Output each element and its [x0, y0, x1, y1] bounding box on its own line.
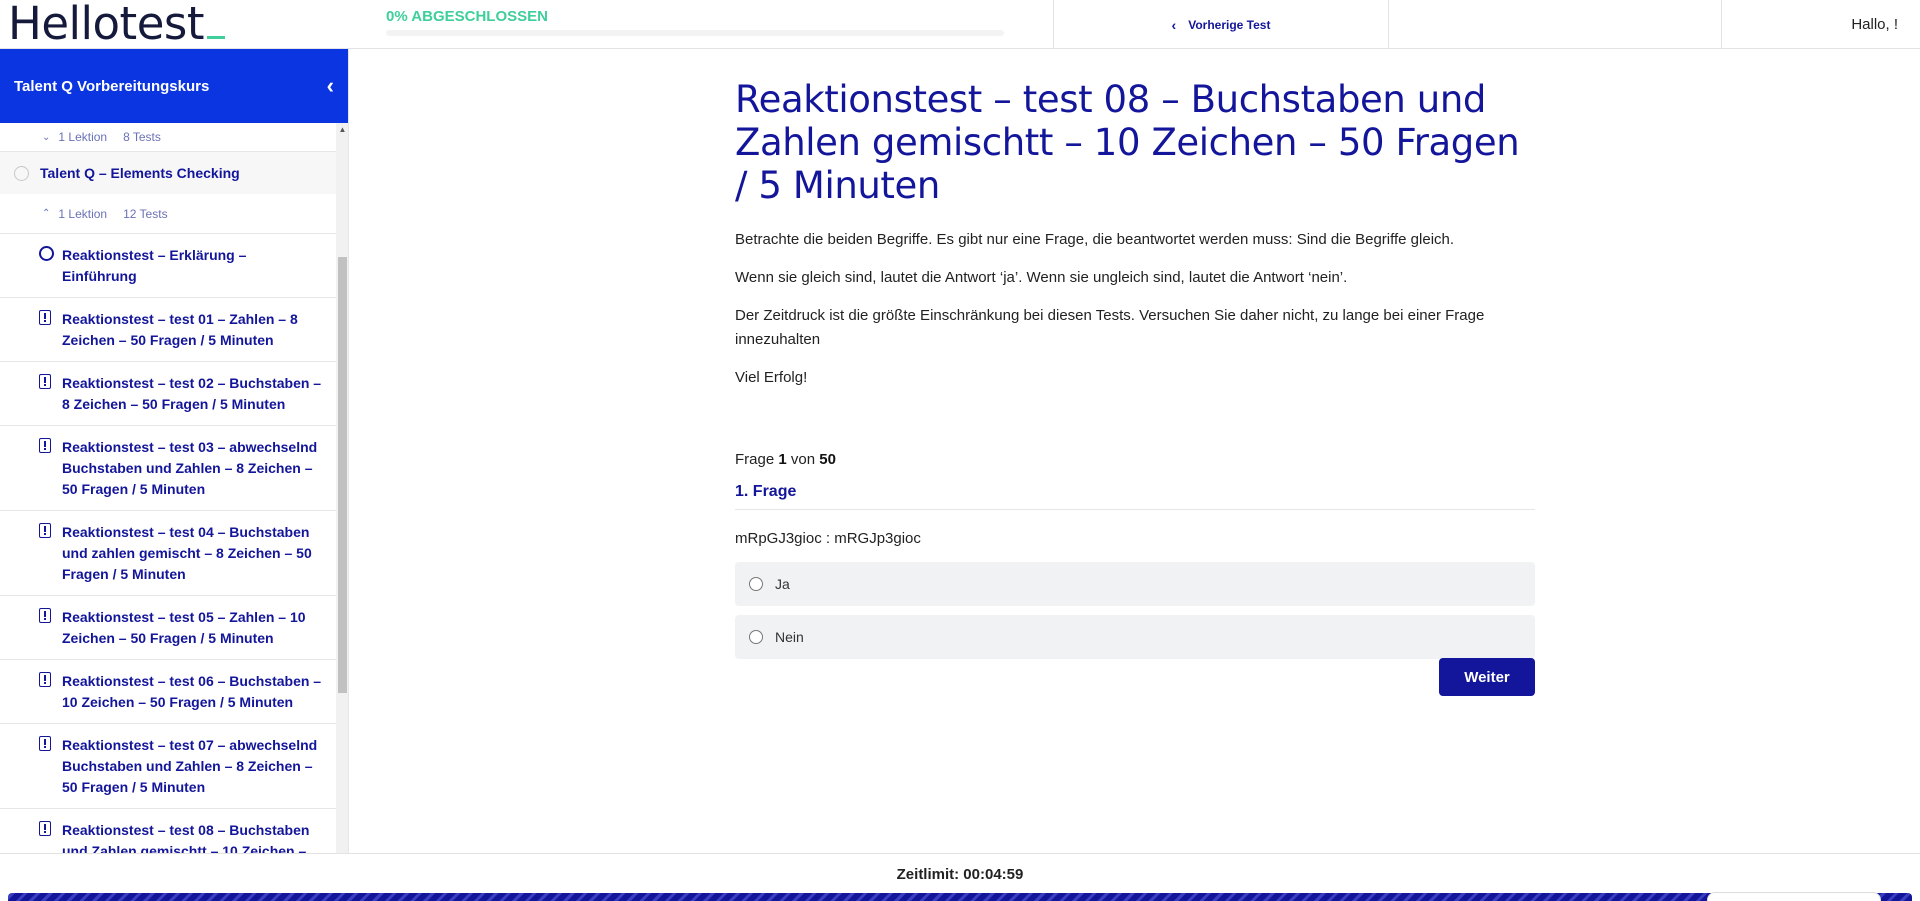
- timer-footer: Zeitlimit: 00:04:59: [0, 853, 1920, 901]
- quiz-icon: [39, 608, 51, 623]
- counter-prefix: Frage: [735, 451, 775, 468]
- section-meta[interactable]: ⌄ 1 Lektion 8 Tests: [0, 123, 336, 152]
- sidebar-item-label: Reaktionstest – test 06 – Buchstaben – 1…: [62, 673, 322, 710]
- section-meta[interactable]: ⌃ 1 Lektion 12 Tests: [0, 194, 336, 234]
- sidebar-item-test-08[interactable]: Reaktionstest – test 08 – Buchstaben und…: [0, 809, 336, 853]
- status-circle-icon: [14, 165, 29, 181]
- progress-bar: [386, 30, 1004, 36]
- time-limit: Zeitlimit: 00:04:59: [896, 866, 1024, 883]
- quiz-icon: [39, 736, 51, 751]
- sidebar-header: Talent Q Vorbereitungskurs ‹: [0, 49, 348, 123]
- section-title: Talent Q – Elements Checking: [40, 165, 240, 181]
- answer-option-ja[interactable]: Ja: [735, 562, 1535, 606]
- page-title: Reaktionstest – test 08 – Buchstaben und…: [735, 78, 1520, 207]
- greeting-text: Hallo, !: [1851, 16, 1898, 33]
- sidebar-item-test-03[interactable]: Reaktionstest – test 03 – abwechselnd Bu…: [0, 426, 336, 511]
- logo[interactable]: Hellotest: [8, 0, 225, 48]
- next-button[interactable]: Weiter: [1439, 658, 1535, 696]
- sidebar-item-label: Reaktionstest – test 08 – Buchstaben und…: [62, 822, 310, 853]
- sidebar-item-label: Reaktionstest – Erklärung – Einführung: [62, 247, 247, 284]
- sidebar-item-label: Reaktionstest – test 01 – Zahlen – 8 Zei…: [62, 311, 298, 348]
- scrollbar-thumb[interactable]: [338, 257, 347, 693]
- quiz-icon: [39, 438, 51, 453]
- instruction-paragraph: Betrachte die beiden Begriffe. Es gibt n…: [735, 231, 1455, 248]
- quiz-icon: [39, 310, 51, 325]
- logo-text: Hellotest: [8, 0, 204, 50]
- chevron-up-icon: ⌃: [42, 208, 51, 219]
- sidebar-scrollbar[interactable]: ▲: [336, 123, 348, 853]
- scroll-up-arrow-icon[interactable]: ▲: [336, 125, 348, 137]
- sidebar-item-test-02[interactable]: Reaktionstest – test 02 – Buchstaben – 8…: [0, 362, 336, 426]
- quiz-icon: [39, 523, 51, 538]
- collapse-sidebar-icon[interactable]: ‹: [327, 73, 334, 99]
- counter-total: 50: [819, 451, 836, 468]
- sidebar-item-label: Reaktionstest – test 04 – Buchstaben und…: [62, 524, 312, 582]
- question-counter: Frage 1 von 50: [735, 451, 1535, 468]
- previous-test-label: Vorherige Test: [1188, 17, 1271, 32]
- chevron-down-icon: ⌄: [42, 131, 51, 143]
- user-greeting[interactable]: Hallo, !: [1721, 0, 1920, 49]
- sidebar-item-intro[interactable]: Reaktionstest – Erklärung – Einführung: [0, 234, 336, 298]
- sidebar-item-test-01[interactable]: Reaktionstest – test 01 – Zahlen – 8 Zei…: [0, 298, 336, 362]
- sidebar-item-test-05[interactable]: Reaktionstest – test 05 – Zahlen – 10 Ze…: [0, 596, 336, 660]
- radio-button[interactable]: [749, 630, 763, 644]
- sidebar-list: ⌄ 1 Lektion 8 Tests Talent Q – Elements …: [0, 123, 336, 853]
- counter-current: 1: [778, 451, 787, 468]
- quiz-icon: [39, 821, 51, 836]
- circle-icon: [39, 246, 54, 261]
- course-title: Talent Q Vorbereitungskurs: [14, 77, 210, 95]
- lesson-count: 1 Lektion: [58, 130, 108, 144]
- top-header: Hellotest 0% ABGESCHLOSSEN ‹ Vorherige T…: [0, 0, 1920, 49]
- previous-test-button[interactable]: ‹ Vorherige Test: [1053, 0, 1388, 49]
- question-text: mRpGJ3gioc : mRGJp3gioc: [735, 530, 921, 547]
- course-progress: 0% ABGESCHLOSSEN: [386, 8, 1004, 36]
- answer-option-nein[interactable]: Nein: [735, 615, 1535, 659]
- sidebar-item-test-07[interactable]: Reaktionstest – test 07 – abwechselnd Bu…: [0, 724, 336, 809]
- lesson-count: 1 Lektion: [58, 206, 108, 221]
- chevron-left-icon: ‹: [1171, 16, 1177, 33]
- sidebar-item-test-06[interactable]: Reaktionstest – test 06 – Buchstaben – 1…: [0, 660, 336, 724]
- sidebar-item-label: Reaktionstest – test 05 – Zahlen – 10 Ze…: [62, 609, 306, 646]
- option-label: Nein: [775, 629, 804, 645]
- sidebar-item-label: Reaktionstest – test 07 – abwechselnd Bu…: [62, 737, 318, 795]
- radio-button[interactable]: [749, 577, 763, 591]
- test-count: 8 Tests: [123, 130, 161, 144]
- instruction-paragraph: Wenn sie gleich sind, lautet die Antwort…: [735, 269, 1348, 286]
- course-sidebar: Talent Q Vorbereitungskurs ‹ ⌄ 1 Lektion…: [0, 49, 349, 853]
- section-elements-checking[interactable]: Talent Q – Elements Checking: [0, 152, 336, 194]
- quiz-content: Reaktionstest – test 08 – Buchstaben und…: [735, 78, 1535, 696]
- progress-label: 0% ABGESCHLOSSEN: [386, 8, 548, 25]
- question-heading: 1. Frage: [735, 483, 1535, 510]
- option-label: Ja: [775, 576, 790, 592]
- logo-underscore: [206, 36, 225, 39]
- quiz-icon: [39, 672, 51, 687]
- quiz-icon: [39, 374, 51, 389]
- sidebar-item-label: Reaktionstest – test 02 – Buchstaben – 8…: [62, 375, 322, 412]
- instruction-paragraph: Viel Erfolg!: [735, 369, 808, 386]
- instruction-paragraph: Der Zeitdruck ist die größte Einschränku…: [735, 307, 1485, 348]
- test-count: 12 Tests: [123, 206, 168, 221]
- header-empty-cell: [1388, 0, 1721, 49]
- sidebar-item-test-04[interactable]: Reaktionstest – test 04 – Buchstaben und…: [0, 511, 336, 596]
- sidebar-item-label: Reaktionstest – test 03 – abwechselnd Bu…: [62, 439, 318, 497]
- counter-of: von: [790, 451, 816, 468]
